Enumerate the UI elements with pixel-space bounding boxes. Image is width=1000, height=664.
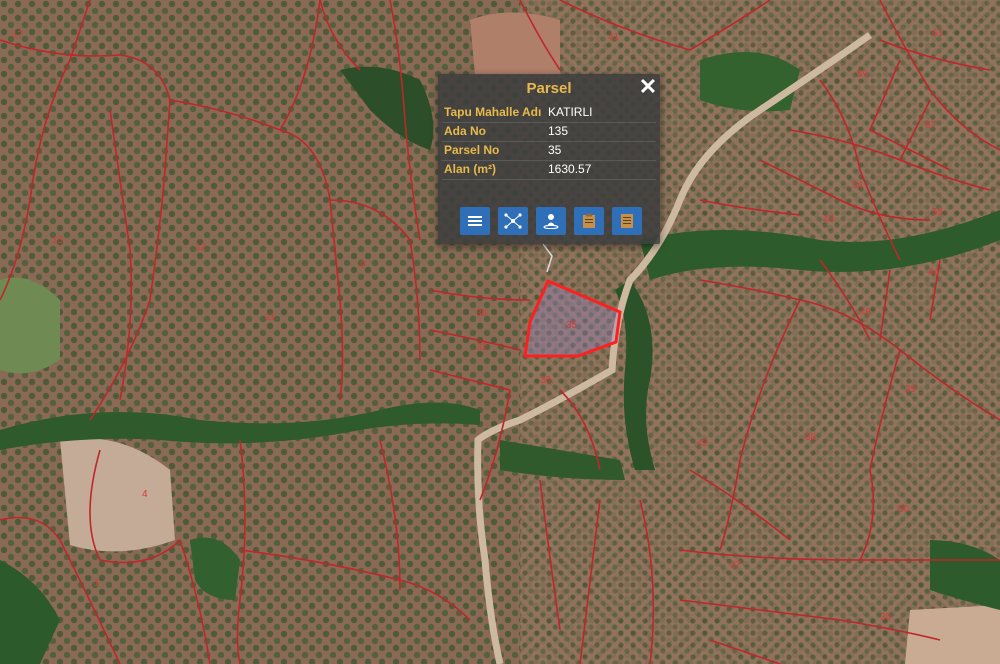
attribute-row: Parsel No 35	[442, 142, 656, 161]
person-pin-button[interactable]	[536, 207, 566, 235]
parcel-label: 1	[94, 578, 100, 589]
parcel-label: 41	[608, 32, 620, 43]
parcel-label: 36	[476, 308, 488, 319]
parcel-label: 38	[805, 432, 817, 443]
parcel-label: 29	[905, 384, 917, 395]
attribute-value: 1630.57	[548, 162, 592, 176]
parcel-label: 32	[476, 342, 488, 353]
parcel-label: 39	[540, 375, 552, 386]
forest	[700, 52, 800, 112]
parcel-label: 61	[932, 28, 944, 39]
attribute-row: Alan (m²) 1630.57	[442, 161, 656, 180]
popup-title: Parsel	[526, 80, 572, 97]
person-pin-icon	[543, 214, 559, 229]
clipboard-button[interactable]	[574, 207, 604, 235]
attribute-key: Parsel No	[444, 143, 500, 157]
attribute-key: Alan (m²)	[444, 162, 496, 176]
parcel-label: 11	[265, 312, 276, 323]
attribute-row: Tapu Mahalle Adı KATIRLI	[442, 104, 656, 123]
attribute-value: 35	[548, 143, 562, 157]
network-button[interactable]	[498, 207, 528, 235]
parcel-label: 54	[852, 180, 864, 191]
parcel-label: 57	[925, 120, 937, 131]
parcel-label: 9	[360, 260, 366, 271]
attribute-row: Ada No 135	[442, 123, 656, 142]
parcel-label: 55	[932, 207, 944, 218]
parcel-label: 44	[928, 267, 940, 278]
popup-toolbar	[460, 207, 642, 235]
parcel-label: 43	[823, 214, 835, 225]
bare-field	[470, 12, 560, 75]
document-icon	[621, 214, 633, 228]
parcel-attribute-table: Tapu Mahalle Adı KATIRLI Ada No 135 Pars…	[442, 104, 656, 180]
attribute-value: 135	[548, 124, 569, 138]
document-button[interactable]	[612, 207, 642, 235]
parcel-label: 37	[730, 560, 742, 571]
parcel-label: 12	[195, 242, 207, 253]
menu-icon	[468, 216, 482, 226]
parcel-info-popup: Parsel ✕ Tapu Mahalle Adı KATIRLI Ada No…	[438, 74, 660, 244]
parcel-label: 50	[898, 504, 910, 515]
attribute-value: KATIRLI	[548, 105, 593, 119]
parcel-label: 35	[880, 612, 892, 623]
network-icon	[504, 213, 522, 229]
menu-button[interactable]	[460, 207, 490, 235]
parcel-label: 46	[860, 307, 872, 318]
attribute-key: Tapu Mahalle Adı	[444, 105, 542, 119]
close-icon[interactable]: ✕	[638, 76, 658, 98]
parcel-label: 42	[697, 438, 709, 449]
attribute-key: Ada No	[444, 124, 486, 138]
selected-parcel-label: 35	[566, 320, 578, 331]
parcel-label: 4	[142, 489, 148, 500]
clipboard-icon	[583, 213, 595, 228]
parcel-label: 59	[857, 69, 869, 80]
parcel-label: 17	[12, 30, 24, 41]
parcel-label: 13	[52, 235, 64, 246]
